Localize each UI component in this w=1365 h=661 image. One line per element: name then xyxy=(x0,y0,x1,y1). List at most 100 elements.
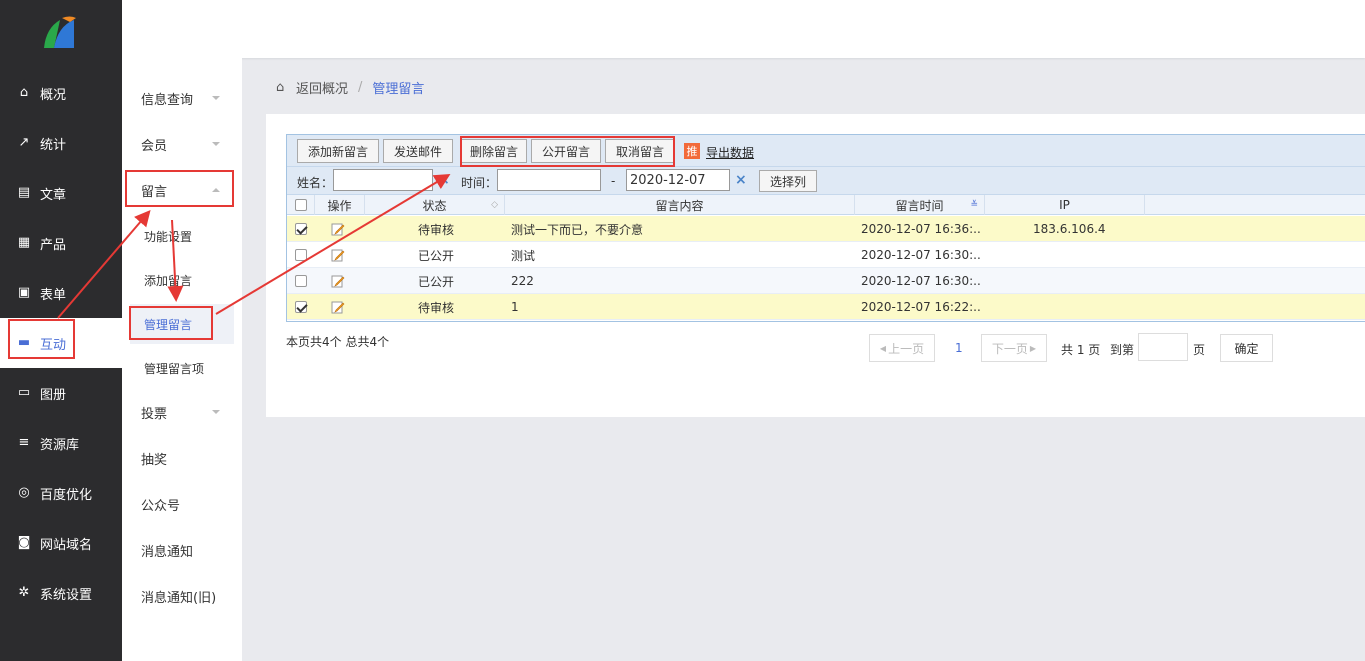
caret-down-icon xyxy=(212,410,220,414)
filter-bar: 姓名： × 时间： - × 选择列 xyxy=(287,167,1365,195)
row-checkbox-cell xyxy=(295,242,315,268)
sidebar-item-interaction[interactable]: ▬ 互动 xyxy=(0,318,122,368)
time-from-input[interactable] xyxy=(497,169,601,191)
breadcrumb-separator: / xyxy=(358,80,363,95)
select-columns-button[interactable]: 选择列 xyxy=(759,170,817,192)
chevron-right-icon: ▶ xyxy=(1029,343,1037,353)
time-to-input[interactable] xyxy=(626,169,730,191)
subnav-item-manage-messages[interactable]: 管理留言 xyxy=(130,304,234,344)
select-all-checkbox[interactable] xyxy=(294,199,307,211)
clear-time-icon[interactable]: × xyxy=(735,172,747,188)
row-checkbox[interactable] xyxy=(295,275,307,287)
sidebar-item-forms[interactable]: ▣ 表单 xyxy=(0,268,122,318)
edit-cell xyxy=(331,268,351,294)
grid-toolbar: 添加新留言 发送邮件 删除留言 公开留言 取消留言 推 导出数据 xyxy=(287,135,1365,167)
subnav-item-lottery[interactable]: 抽奖 xyxy=(122,438,242,478)
subnav-item-label: 公众号 xyxy=(141,498,181,514)
breadcrumb: ⌂ 返回概况 / 管理留言 xyxy=(276,78,424,97)
current-page-number[interactable]: 1 xyxy=(955,341,963,355)
subnav-item-wechat[interactable]: 公众号 xyxy=(122,484,242,524)
name-filter-input[interactable] xyxy=(333,169,433,191)
sidebar-item-articles[interactable]: ▤ 文章 xyxy=(0,168,122,218)
column-header-action[interactable]: 操作 xyxy=(315,195,365,215)
table-row[interactable]: 已公开 222 2020-12-07 16:30:... xyxy=(287,268,1365,294)
add-message-button[interactable]: 添加新留言 xyxy=(297,139,379,163)
sidebar-item-domain[interactable]: ◙ 网站域名 xyxy=(0,518,122,568)
select-all-cell xyxy=(287,195,315,215)
status-cell: 待审核 xyxy=(418,222,455,237)
sidebar-item-seo[interactable]: ◎ 百度优化 xyxy=(0,468,122,518)
column-header-ip[interactable]: IP xyxy=(985,195,1145,215)
subnav-item-vote[interactable]: 投票 xyxy=(122,392,242,432)
secondary-nav: 信息查询 会员 留言 功能设置 添加留言 管理留言 管理留言项 投票 抽奖 公众… xyxy=(122,58,242,661)
sidebar-item-products[interactable]: ▦ 产品 xyxy=(0,218,122,268)
subnav-item-label: 功能设置 xyxy=(144,229,193,244)
next-page-button[interactable]: 下一页 ▶ xyxy=(981,334,1047,362)
edit-pencil-icon[interactable] xyxy=(331,274,345,288)
subnav-item-label: 消息通知(旧) xyxy=(141,590,217,606)
subnav-item-add-message[interactable]: 添加留言 xyxy=(122,260,242,300)
column-header-label: 状态 xyxy=(422,198,447,213)
subnav-item-notifications-old[interactable]: 消息通知(旧) xyxy=(122,576,242,616)
row-checkbox[interactable] xyxy=(295,249,307,261)
clear-name-icon[interactable]: × xyxy=(438,172,450,188)
cancel-message-button[interactable]: 取消留言 xyxy=(605,139,675,163)
table-row[interactable]: 待审核 测试一下而已，不要介意 2020-12-07 16:36:... 183… xyxy=(287,216,1365,242)
form-icon: ▣ xyxy=(17,285,31,300)
sidebar-item-label: 产品 xyxy=(40,237,67,253)
database-icon: ≡ xyxy=(18,435,30,450)
sort-icon: ◇ xyxy=(491,200,498,210)
edit-pencil-icon[interactable] xyxy=(331,300,345,314)
send-email-button[interactable]: 发送邮件 xyxy=(383,139,453,163)
subnav-item-label: 会员 xyxy=(141,138,168,154)
edit-cell xyxy=(331,216,351,242)
sidebar-item-label: 资源库 xyxy=(40,437,80,453)
edit-cell xyxy=(331,294,351,320)
subnav-item-messages[interactable]: 留言 xyxy=(122,170,242,210)
sidebar-item-settings[interactable]: ✲ 系统设置 xyxy=(0,568,122,618)
edit-pencil-icon[interactable] xyxy=(331,248,345,262)
caret-down-icon xyxy=(212,96,220,100)
gear-icon: ✲ xyxy=(18,585,30,600)
seo-icon: ◎ xyxy=(18,485,30,500)
breadcrumb-back-link[interactable]: 返回概况 xyxy=(296,78,348,97)
table-row[interactable]: 待审核 1 2020-12-07 16:22:... xyxy=(287,294,1365,320)
sidebar-item-overview[interactable]: ⌂ 概况 xyxy=(0,68,122,118)
chevron-left-icon: ◀ xyxy=(879,343,887,353)
row-checkbox[interactable] xyxy=(295,223,307,235)
column-header-status[interactable]: 状态 ◇ xyxy=(365,195,505,215)
column-header-content[interactable]: 留言内容 xyxy=(505,195,855,215)
total-pages: 共 1 页 xyxy=(1061,343,1101,357)
content-cell: 测试一下而已，不要介意 xyxy=(511,222,644,237)
goto-page-input[interactable] xyxy=(1138,333,1188,361)
ip-cell xyxy=(1033,268,1143,294)
confirm-page-button[interactable]: 确定 xyxy=(1220,334,1273,362)
delete-message-button[interactable]: 删除留言 xyxy=(461,139,527,163)
subnav-item-notifications[interactable]: 消息通知 xyxy=(122,530,242,570)
subnav-item-members[interactable]: 会员 xyxy=(122,124,242,164)
prev-page-button[interactable]: ◀ 上一页 xyxy=(869,334,935,362)
column-header-time[interactable]: 留言时间 ≚ xyxy=(855,195,985,215)
table-row[interactable]: 已公开 测试 2020-12-07 16:30:... xyxy=(287,242,1365,268)
export-data-link[interactable]: 导出数据 xyxy=(706,144,754,161)
subnav-item-label: 管理留言项 xyxy=(144,361,205,376)
edit-cell xyxy=(331,242,351,268)
subnav-item-label: 添加留言 xyxy=(144,273,193,288)
subnav-item-function-settings[interactable]: 功能设置 xyxy=(122,216,242,256)
publish-message-button[interactable]: 公开留言 xyxy=(531,139,601,163)
sidebar-item-resources[interactable]: ≡ 资源库 xyxy=(0,418,122,468)
album-icon: ▭ xyxy=(17,385,31,400)
subnav-item-manage-message-fields[interactable]: 管理留言项 xyxy=(122,348,242,388)
row-checkbox-cell xyxy=(295,216,315,242)
row-checkbox[interactable] xyxy=(295,301,307,313)
chart-icon: ↗ xyxy=(18,135,30,150)
page-unit-label: 页 xyxy=(1193,343,1206,357)
sidebar-item-stats[interactable]: ↗ 统计 xyxy=(0,118,122,168)
chat-icon: ▬ xyxy=(17,335,31,350)
next-page-label: 下一页 xyxy=(991,341,1028,356)
ip-cell: 183.6.106.4 xyxy=(1033,222,1106,236)
edit-pencil-icon[interactable] xyxy=(331,222,345,236)
subnav-item-query[interactable]: 信息查询 xyxy=(122,78,242,118)
time-range-dash: - xyxy=(611,174,616,188)
sidebar-item-album[interactable]: ▭ 图册 xyxy=(0,368,122,418)
